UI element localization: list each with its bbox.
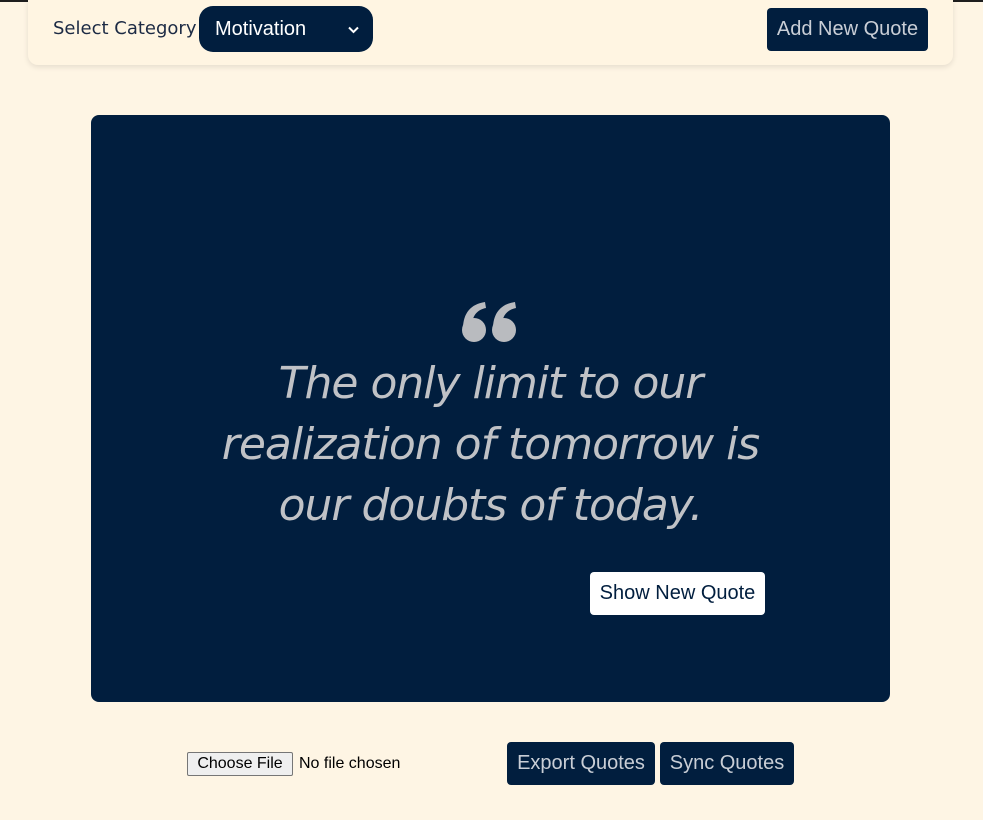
quote-text: The only limit to our realization of tom… [221, 358, 760, 531]
choose-file-button[interactable]: Choose File [187, 752, 293, 776]
add-new-quote-button[interactable]: Add New Quote [767, 8, 928, 51]
import-file-input[interactable]: Choose File No file chosen [187, 752, 400, 776]
sync-quotes-button[interactable]: Sync Quotes [660, 742, 794, 785]
category-select[interactable]: Motivation [199, 6, 373, 52]
file-status-text: No file chosen [299, 755, 401, 772]
chevron-down-icon [348, 22, 359, 37]
quote-card: The only limit to our realization of tom… [91, 115, 890, 702]
top-bar: Select Category Motivation Add New Quote [28, 0, 953, 65]
export-quotes-button[interactable]: Export Quotes [507, 742, 655, 785]
category-label: Select Category [53, 18, 197, 39]
quote-icon [461, 301, 519, 343]
category-selected-value: Motivation [215, 17, 307, 40]
show-new-quote-button[interactable]: Show New Quote [590, 572, 765, 615]
